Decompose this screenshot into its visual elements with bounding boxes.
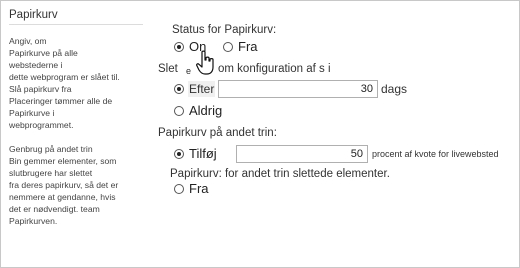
delete-days-input[interactable]: 30 (218, 80, 378, 98)
status-off-label[interactable]: Fra (238, 39, 258, 54)
hand-pointer-icon (196, 50, 214, 75)
desc-line: Papirkurve på alle (9, 48, 78, 58)
second-stage-unit-label: procent af kvote for livewebsted (372, 149, 499, 159)
desc-line: Bin gemmer elementer, som (9, 156, 117, 166)
description-2: Genbrug på andet trin Bin gemmer element… (9, 143, 149, 227)
second-deleted-off-radio[interactable] (174, 184, 184, 194)
desc-line: Genbrug på andet trin (9, 144, 93, 154)
status-off-radio[interactable] (223, 42, 233, 52)
second-deleted-off-label[interactable]: Fra (189, 181, 209, 196)
desc-line: Slå papirkurv fra (9, 84, 72, 94)
desc-line: slutbrugere har slettet (9, 168, 93, 178)
delete-after-label[interactable]: Efter (188, 81, 216, 97)
second-stage-percent-input[interactable]: 50 (236, 145, 368, 163)
desc-line: webprogrammet. (9, 120, 74, 130)
description-1: Angiv, om Papirkurve på alle webstederne… (9, 35, 149, 131)
second-stage-add-label[interactable]: Tilføj (189, 146, 217, 161)
delete-label-start: Slet (158, 63, 178, 75)
desc-line: Papirkurven. (9, 216, 58, 226)
second-stage-add-radio[interactable] (174, 149, 184, 159)
status-label: Status for Papirkurv: (172, 24, 277, 36)
second-deleted-label: Papirkurv: for andet trin slettede eleme… (170, 168, 390, 180)
delete-label-rest: om konfiguration af s i (218, 63, 331, 75)
delete-unit-label: dags (381, 82, 408, 96)
desc-line: Placeringer tømmer alle de (9, 96, 113, 106)
delete-never-radio[interactable] (174, 106, 184, 116)
desc-line: webstederne i (9, 60, 63, 70)
status-on-radio[interactable] (174, 42, 184, 52)
left-column: Papirkurv Angiv, om Papirkurve på alle w… (9, 9, 149, 227)
desc-line: dette webprogram er slået til. (9, 72, 120, 82)
desc-line: Angiv, om (9, 36, 47, 46)
desc-line: det er nødvendigt. team (9, 204, 100, 214)
delete-label-e: e (186, 66, 192, 76)
delete-never-label[interactable]: Aldrig (189, 103, 222, 118)
desc-line: Papirkurve i (9, 108, 55, 118)
desc-line: fra deres papirkurv, så det er (9, 180, 119, 190)
section-title: Papirkurv (9, 9, 143, 25)
delete-after-radio[interactable] (174, 84, 184, 94)
second-stage-label: Papirkurv på andet trin: (158, 127, 277, 139)
desc-line: nemmere at gendanne, hvis (9, 192, 116, 202)
